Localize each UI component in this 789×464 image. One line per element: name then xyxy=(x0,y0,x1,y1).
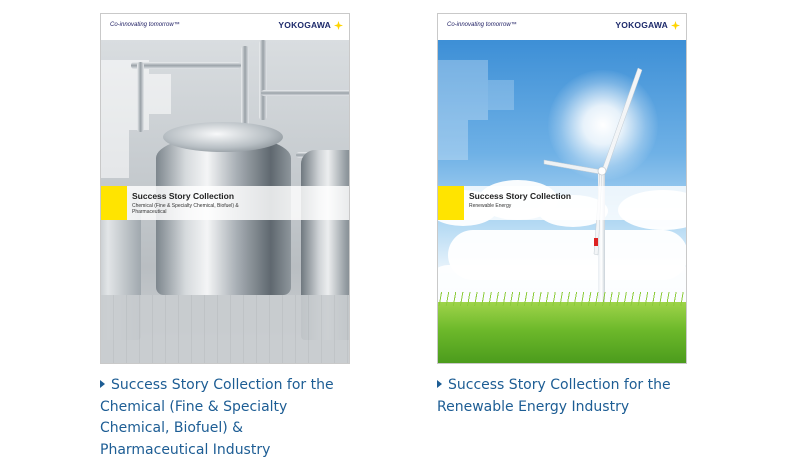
banner-yellow-block xyxy=(101,186,127,220)
banner-title: Success Story Collection xyxy=(469,191,572,201)
link-text[interactable]: Success Story Collection for the Chemica… xyxy=(100,377,334,458)
cover-banner: Success Story Collection Chemical (Fine … xyxy=(101,186,349,220)
triangle-right-icon xyxy=(100,380,105,388)
banner-title: Success Story Collection xyxy=(132,191,235,201)
brochure-cover-renewable[interactable]: Co-innovating tomorrow™ YOKOGAWA Success… xyxy=(437,13,687,364)
logo-text: YOKOGAWA xyxy=(278,20,331,30)
banner-subtitle: Renewable Energy xyxy=(469,203,512,209)
yokogawa-logo: YOKOGAWA xyxy=(278,20,343,30)
brochure-card-chemical[interactable]: Co-innovating tomorrow™ YOKOGAWA Success… xyxy=(100,13,350,461)
brochure-link-chemical[interactable]: Success Story Collection for the Chemica… xyxy=(100,375,350,461)
cover-tagline: Co-innovating tomorrow™ xyxy=(447,22,517,28)
brochure-card-renewable[interactable]: Co-innovating tomorrow™ YOKOGAWA Success… xyxy=(437,13,687,418)
grass-field xyxy=(438,292,686,363)
logo-star-icon xyxy=(334,20,343,30)
link-text[interactable]: Success Story Collection for the Renewab… xyxy=(437,377,671,415)
yokogawa-logo: YOKOGAWA xyxy=(615,20,680,30)
logo-text: YOKOGAWA xyxy=(615,20,668,30)
cover-header: Co-innovating tomorrow™ YOKOGAWA xyxy=(438,14,686,40)
banner-subtitle: Chemical (Fine & Specialty Chemical, Bio… xyxy=(132,203,239,215)
turbine-blades-icon xyxy=(543,67,643,256)
logo-star-icon xyxy=(671,20,680,30)
brochure-cover-chemical[interactable]: Co-innovating tomorrow™ YOKOGAWA Success… xyxy=(100,13,350,364)
banner-yellow-block xyxy=(438,186,464,220)
cover-banner: Success Story Collection Renewable Energ… xyxy=(438,186,686,220)
brochure-link-renewable[interactable]: Success Story Collection for the Renewab… xyxy=(437,375,687,418)
cover-tagline: Co-innovating tomorrow™ xyxy=(110,22,180,28)
triangle-right-icon xyxy=(437,380,442,388)
cover-header: Co-innovating tomorrow™ YOKOGAWA xyxy=(101,14,349,40)
